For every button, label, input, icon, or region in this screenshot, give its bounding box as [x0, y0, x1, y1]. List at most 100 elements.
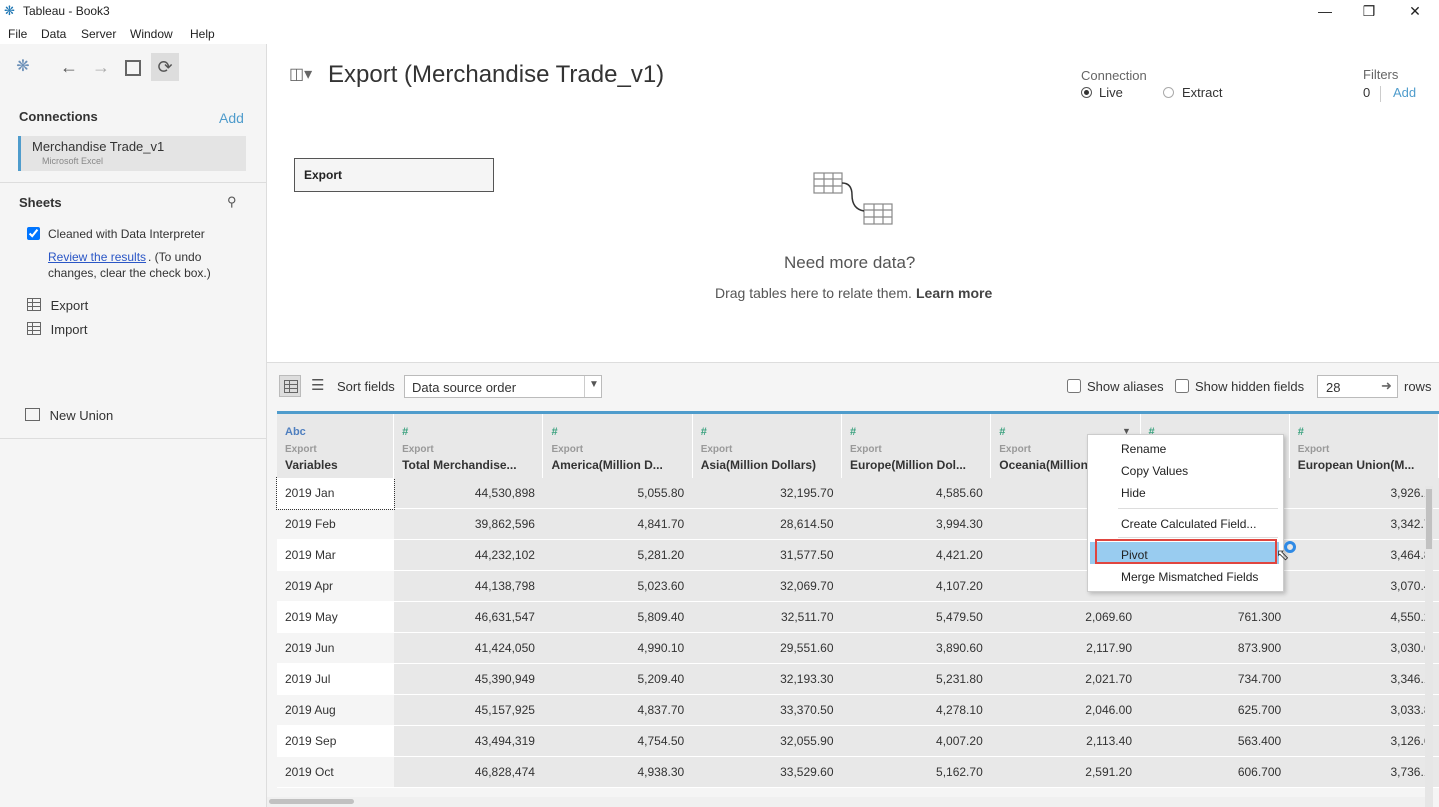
value-cell[interactable]: 43,494,319 — [393, 725, 543, 757]
value-cell[interactable]: 5,809.40 — [542, 601, 693, 633]
redo-icon[interactable]: → — [87, 53, 115, 81]
column-header[interactable]: # Export America(Million D... — [542, 411, 693, 478]
value-cell[interactable]: 2,113.40 — [990, 725, 1140, 757]
menu-item-copy-values[interactable]: Copy Values — [1121, 464, 1188, 478]
row-label-cell[interactable]: 2019 Jan — [276, 477, 395, 510]
value-cell[interactable]: 28,614.50 — [692, 508, 842, 540]
value-cell[interactable]: 2,591.20 — [990, 756, 1140, 788]
value-cell[interactable]: 4,938.30 — [542, 756, 693, 788]
menu-file[interactable]: File — [8, 27, 27, 41]
value-cell[interactable]: 44,530,898 — [393, 478, 543, 509]
value-cell[interactable]: 32,511.70 — [692, 601, 842, 633]
value-cell[interactable]: 2,069.60 — [990, 601, 1140, 633]
column-header[interactable]: Abc Export Variables — [277, 411, 395, 478]
row-label-cell[interactable]: 2019 Apr — [277, 570, 394, 602]
value-cell[interactable]: 3,994.30 — [841, 508, 991, 540]
value-cell[interactable]: 5,209.40 — [542, 663, 693, 695]
value-cell[interactable]: 625.700 — [1140, 694, 1290, 726]
menu-window[interactable]: Window — [130, 27, 173, 41]
value-cell[interactable]: 4,837.70 — [542, 694, 693, 726]
value-cell[interactable]: 4,585.60 — [841, 478, 991, 509]
value-cell[interactable]: 45,157,925 — [393, 694, 543, 726]
refresh-icon[interactable]: ⟳ — [151, 53, 179, 81]
learn-more-link[interactable]: Learn more — [916, 285, 992, 301]
column-header[interactable]: # Export Europe(Million Dol... — [841, 411, 992, 478]
value-cell[interactable]: 32,055.90 — [692, 725, 842, 757]
datasource-icon[interactable]: ◫▾ — [289, 64, 312, 84]
row-label-cell[interactable]: 2019 Sep — [277, 725, 394, 757]
value-cell[interactable]: 46,631,547 — [393, 601, 543, 633]
new-union-item[interactable]: New Union — [25, 408, 113, 423]
value-cell[interactable]: 5,055.80 — [542, 478, 693, 509]
horizontal-scrollbar[interactable] — [267, 797, 1425, 807]
value-cell[interactable]: 761.300 — [1140, 601, 1290, 633]
value-cell[interactable]: 4,754.50 — [542, 725, 693, 757]
value-cell[interactable]: 3,346.1 — [1289, 663, 1439, 695]
connection-item[interactable]: Merchandise Trade_v1 Microsoft Excel — [18, 136, 246, 171]
live-radio[interactable] — [1081, 87, 1092, 98]
value-cell[interactable]: 4,421.20 — [841, 539, 991, 571]
value-cell[interactable]: 5,281.20 — [542, 539, 693, 571]
minimize-button[interactable]: — — [1302, 0, 1348, 22]
rows-input[interactable]: 28 ➜ — [1317, 375, 1398, 398]
value-cell[interactable]: 4,107.20 — [841, 570, 991, 602]
value-cell[interactable]: 3,030.6 — [1289, 632, 1439, 664]
value-cell[interactable]: 33,370.50 — [692, 694, 842, 726]
value-cell[interactable]: 5,162.70 — [841, 756, 991, 788]
column-header[interactable]: # Export Total Merchandise... — [393, 411, 544, 478]
menu-item-create-calculated-field[interactable]: Create Calculated Field... — [1121, 517, 1256, 531]
row-label-cell[interactable]: 2019 May — [277, 601, 394, 633]
value-cell[interactable]: 41,424,050 — [393, 632, 543, 664]
value-cell[interactable]: 31,577.50 — [692, 539, 842, 571]
row-label-cell[interactable]: 2019 Mar — [277, 539, 394, 571]
value-cell[interactable]: 3,126.6 — [1289, 725, 1439, 757]
value-cell[interactable]: 4,841.70 — [542, 508, 693, 540]
value-cell[interactable]: 5,479.50 — [841, 601, 991, 633]
menu-help[interactable]: Help — [190, 27, 215, 41]
value-cell[interactable]: 2,117.90 — [990, 632, 1140, 664]
datasource-title[interactable]: Export (Merchandise Trade_v1) — [328, 61, 664, 89]
restore-button[interactable]: ❒ — [1346, 0, 1392, 22]
close-button[interactable]: ✕ — [1392, 0, 1438, 22]
row-label-cell[interactable]: 2019 Jul — [277, 663, 394, 695]
value-cell[interactable]: 2,046.00 — [990, 694, 1140, 726]
value-cell[interactable]: 4,278.10 — [841, 694, 991, 726]
value-cell[interactable]: 3,070.4 — [1289, 570, 1439, 602]
row-label-cell[interactable]: 2019 Oct — [277, 756, 394, 788]
column-header[interactable]: # Export Asia(Million Dollars) — [692, 411, 843, 478]
value-cell[interactable]: 29,551.60 — [692, 632, 842, 664]
sheet-item-export[interactable]: Export — [27, 298, 88, 313]
start-page-icon[interactable]: ❋ — [9, 53, 37, 81]
search-icon[interactable]: ⚲ — [227, 194, 237, 210]
extract-radio[interactable] — [1163, 87, 1174, 98]
value-cell[interactable]: 3,736.1 — [1289, 756, 1439, 788]
value-cell[interactable]: 44,138,798 — [393, 570, 543, 602]
review-results-link[interactable]: Review the results — [48, 250, 146, 264]
value-cell[interactable]: 3,890.60 — [841, 632, 991, 664]
menu-item-rename[interactable]: Rename — [1121, 442, 1166, 456]
value-cell[interactable]: 3,926.1 — [1289, 478, 1439, 509]
value-cell[interactable]: 32,195.70 — [692, 478, 842, 509]
value-cell[interactable]: 39,862,596 — [393, 508, 543, 540]
show-aliases-checkbox[interactable] — [1067, 379, 1081, 393]
row-label-cell[interactable]: 2019 Aug — [277, 694, 394, 726]
add-filter-link[interactable]: Add — [1393, 85, 1416, 100]
value-cell[interactable]: 32,193.30 — [692, 663, 842, 695]
menu-item-hide[interactable]: Hide — [1121, 486, 1146, 500]
sort-fields-select[interactable]: Data source order ▼ — [404, 375, 602, 398]
value-cell[interactable]: 563.400 — [1140, 725, 1290, 757]
value-cell[interactable]: 33,529.60 — [692, 756, 842, 788]
row-label-cell[interactable]: 2019 Jun — [277, 632, 394, 664]
value-cell[interactable]: 873.900 — [1140, 632, 1290, 664]
value-cell[interactable]: 3,464.8 — [1289, 539, 1439, 571]
value-cell[interactable]: 5,231.80 — [841, 663, 991, 695]
value-cell[interactable]: 4,007.20 — [841, 725, 991, 757]
grid-view-button[interactable] — [279, 375, 301, 397]
menu-server[interactable]: Server — [81, 27, 116, 41]
value-cell[interactable]: 734.700 — [1140, 663, 1290, 695]
value-cell[interactable]: 3,033.8 — [1289, 694, 1439, 726]
sheet-item-import[interactable]: Import — [27, 322, 87, 337]
menu-item-pivot[interactable]: Pivot — [1121, 548, 1148, 562]
menu-data[interactable]: Data — [41, 27, 66, 41]
data-interpreter-checkbox[interactable] — [27, 227, 40, 240]
